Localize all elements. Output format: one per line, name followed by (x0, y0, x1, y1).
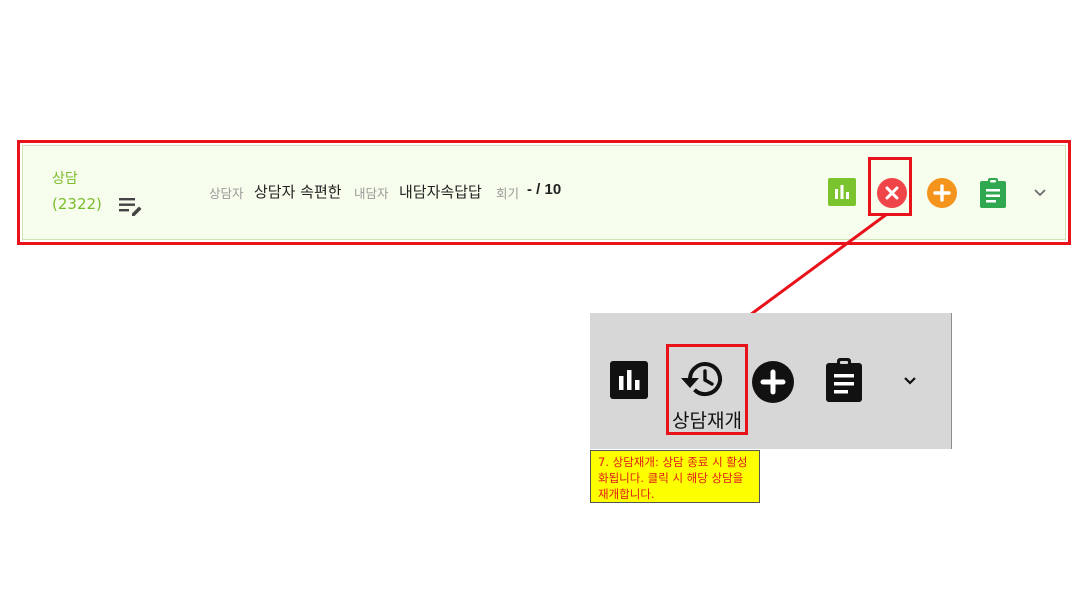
chevron-down-icon[interactable] (900, 371, 920, 391)
annotation-note: 7. 상담재개: 상담 종료 시 활성화됩니다. 클릭 시 해당 상담을 재개합… (590, 450, 760, 503)
plus-icon[interactable] (752, 361, 794, 403)
clipboard-icon[interactable] (824, 357, 864, 403)
chart-icon[interactable] (610, 361, 648, 399)
restore-button-highlight (666, 344, 748, 435)
zoomed-toolbar-panel: 상담재개 (590, 313, 952, 449)
pointer-arrow (703, 212, 888, 349)
